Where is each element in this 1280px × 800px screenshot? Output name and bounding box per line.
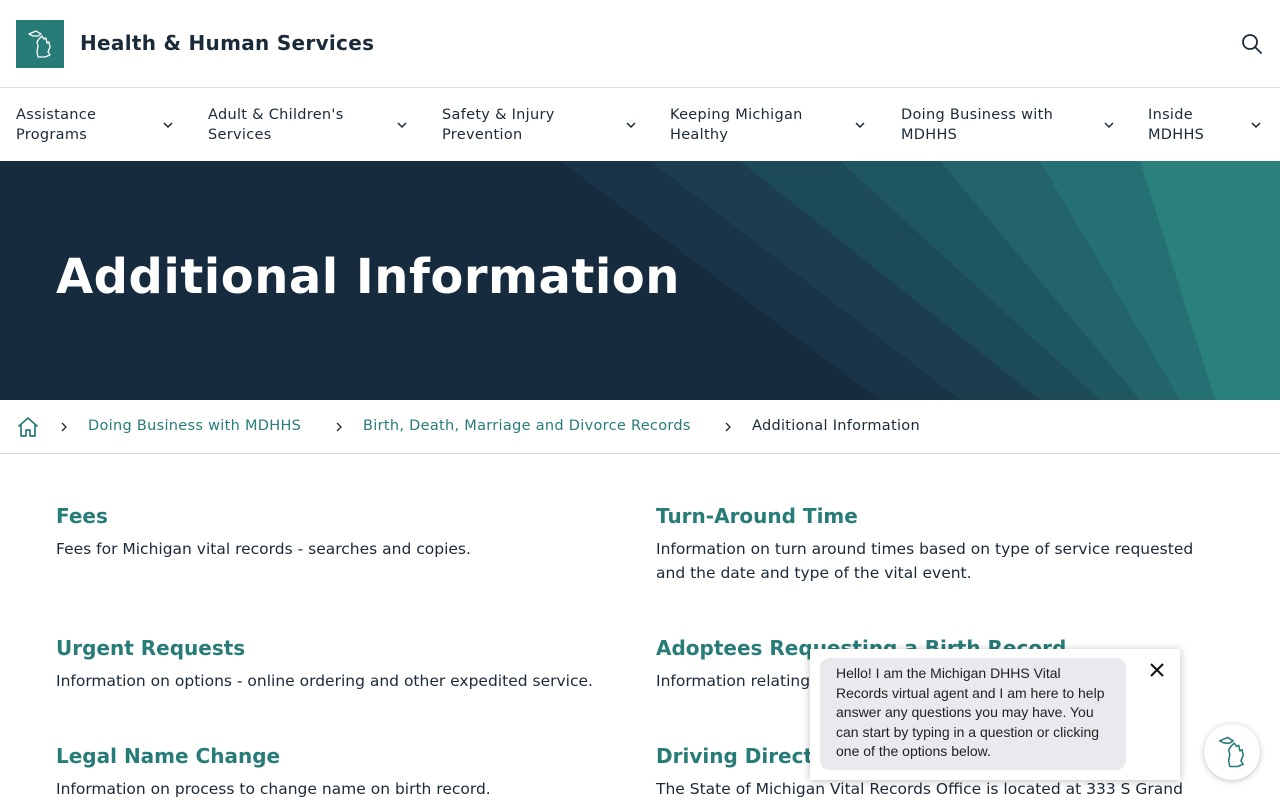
page-title: Additional Information [56, 249, 680, 305]
breadcrumb-link-vital-records[interactable]: Birth, Death, Marriage and Divorce Recor… [363, 418, 691, 434]
home-icon[interactable] [16, 415, 40, 439]
nav-item-label: Doing Business with MDHHS [901, 107, 1054, 143]
chevron-right-icon [336, 422, 342, 432]
card-description: Information on turn around times based o… [656, 540, 1194, 582]
main-nav: Assistance Programs Adult & Children's S… [0, 89, 1280, 161]
chat-popup: Hello! I am the Michigan DHHS Vital Reco… [810, 649, 1180, 780]
site-title[interactable]: Health & Human Services [80, 31, 374, 55]
close-icon[interactable] [1147, 660, 1167, 680]
breadcrumb-current: Additional Information [752, 418, 920, 434]
info-card-legal-name-change: Legal Name Change Information on process… [56, 744, 626, 800]
hero-banner: Additional Information [0, 161, 1280, 400]
nav-item-keeping-michigan-healthy[interactable]: Keeping Michigan Healthy [670, 89, 860, 161]
breadcrumb-link-doing-business[interactable]: Doing Business with MDHHS [88, 418, 301, 434]
search-icon [1242, 34, 1262, 54]
nav-item-doing-business-with-mdhhs[interactable]: Doing Business with MDHHS [901, 89, 1106, 161]
card-title-link[interactable]: Legal Name Change [56, 744, 626, 768]
nav-item-label: Keeping Michigan Healthy [670, 107, 803, 143]
nav-item-assistance-programs[interactable]: Assistance Programs [16, 89, 176, 161]
info-card-fees: Fees Fees for Michigan vital records - s… [56, 504, 626, 561]
nav-item-safety-injury-prevention[interactable]: Safety & Injury Prevention [442, 89, 632, 161]
info-card-urgent-requests: Urgent Requests Information on options -… [56, 636, 626, 693]
nav-item-label: Adult & Children's Services [208, 107, 344, 143]
chat-launcher-button[interactable] [1204, 724, 1260, 780]
breadcrumb: Doing Business with MDHHS Birth, Death, … [0, 400, 1280, 454]
michigan-state-icon [28, 30, 51, 58]
michigan-logo[interactable] [16, 20, 64, 68]
chat-message: Hello! I am the Michigan DHHS Vital Reco… [820, 658, 1126, 770]
card-description: Information on options - online ordering… [56, 672, 593, 690]
card-title-link[interactable]: Urgent Requests [56, 636, 626, 660]
chevron-down-icon[interactable] [853, 118, 867, 132]
card-description: Information on process to change name on… [56, 780, 491, 798]
info-card-turn-around-time: Turn-Around Time Information on turn aro… [656, 504, 1226, 585]
chevron-down-icon[interactable] [395, 118, 409, 132]
chevron-right-icon [725, 422, 731, 432]
chevron-down-icon[interactable] [161, 118, 175, 132]
nav-item-inside-mdhhs[interactable]: Inside MDHHS [1148, 89, 1248, 161]
chevron-down-icon[interactable] [1102, 118, 1116, 132]
card-description: Fees for Michigan vital records - search… [56, 540, 471, 558]
card-title-link[interactable]: Fees [56, 504, 626, 528]
card-title-link[interactable]: Turn-Around Time [656, 504, 1226, 528]
card-description: The State of Michigan Vital Records Offi… [656, 780, 1183, 798]
chevron-down-icon[interactable] [624, 118, 638, 132]
chevron-down-icon[interactable] [1249, 118, 1263, 132]
nav-item-label: Inside MDHHS [1148, 107, 1205, 143]
nav-item-label: Safety & Injury Prevention [442, 107, 555, 143]
nav-item-label: Assistance Programs [16, 107, 97, 143]
nav-item-adult-childrens-services[interactable]: Adult & Children's Services [208, 89, 408, 161]
search-button[interactable] [1238, 30, 1266, 58]
michigan-state-icon [1218, 736, 1244, 768]
site-header: Health & Human Services [0, 0, 1280, 88]
chevron-right-icon [61, 422, 67, 432]
